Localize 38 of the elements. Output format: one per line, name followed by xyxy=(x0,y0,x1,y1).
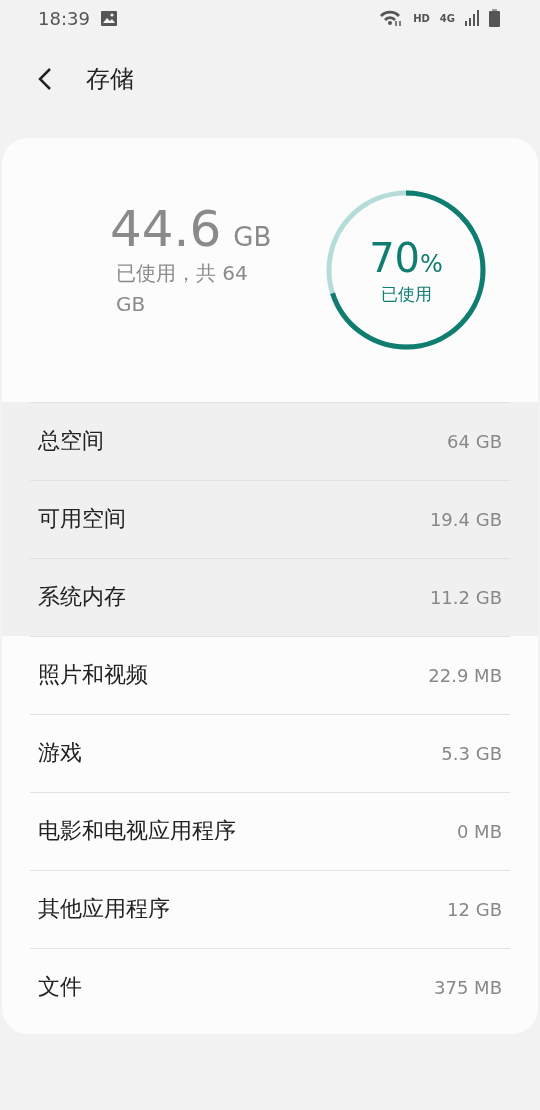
storage-row[interactable]: 电影和电视应用程序 0 MB xyxy=(2,792,538,870)
storage-row[interactable]: 文件 375 MB xyxy=(2,948,538,1026)
percent-caption: 已使用 xyxy=(380,282,432,306)
row-label: 游戏 xyxy=(38,739,82,767)
storage-row[interactable]: 总空间 64 GB xyxy=(2,402,538,480)
row-label: 总空间 xyxy=(38,427,104,455)
row-value: 12 GB xyxy=(447,898,502,920)
storage-row[interactable]: 照片和视频 22.9 MB xyxy=(2,636,538,714)
battery-icon xyxy=(489,9,500,27)
row-value: 19.4 GB xyxy=(429,508,502,530)
image-icon xyxy=(99,9,118,27)
row-value: 5.3 GB xyxy=(441,742,502,764)
row-label: 电影和电视应用程序 xyxy=(38,817,236,845)
wifi-icon xyxy=(379,9,404,27)
row-label: 文件 xyxy=(38,973,82,1001)
network-type-label: 4G xyxy=(439,12,455,24)
usage-caption: 已使用，共 64 GB xyxy=(116,260,249,318)
used-unit: GB xyxy=(233,222,272,252)
storage-row[interactable]: 系统内存 11.2 GB xyxy=(2,558,538,636)
row-value: 22.9 MB xyxy=(428,664,502,686)
used-amount: 44.6 xyxy=(110,200,222,258)
storage-row[interactable]: 可用空间 19.4 GB xyxy=(2,480,538,558)
row-value: 64 GB xyxy=(447,430,502,452)
row-label: 系统内存 xyxy=(38,583,126,611)
row-value: 0 MB xyxy=(456,820,502,842)
row-value: 375 MB xyxy=(434,976,502,998)
signal-icon xyxy=(465,10,479,26)
page-title: 存储 xyxy=(86,64,134,95)
usage-percent: 70 xyxy=(369,234,421,281)
status-time: 18:39 xyxy=(38,7,90,29)
row-label: 其他应用程序 xyxy=(38,895,170,923)
network-label: HD xyxy=(413,12,430,24)
percent-sign: % xyxy=(420,249,443,278)
row-label: 照片和视频 xyxy=(38,661,148,689)
row-label: 可用空间 xyxy=(38,505,126,533)
row-value: 11.2 GB xyxy=(429,586,502,608)
storage-row[interactable]: 游戏 5.3 GB xyxy=(2,714,538,792)
storage-row[interactable]: 其他应用程序 12 GB xyxy=(2,870,538,948)
